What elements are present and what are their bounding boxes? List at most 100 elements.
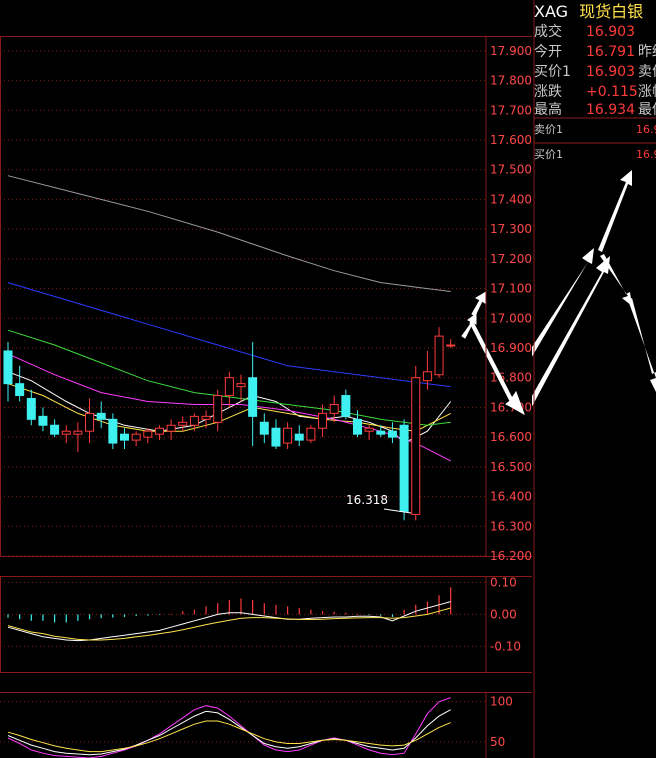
- y-tick-label: 17.500: [490, 163, 532, 177]
- orderbook-bid-row: 买价1 16.9: [534, 145, 656, 165]
- y-tick-label: 16.500: [490, 460, 532, 474]
- candle-body-up: [224, 377, 234, 397]
- kdj-tick-label: 100: [490, 695, 513, 709]
- quote-label: 买价1: [534, 64, 571, 80]
- candle-body-down: [26, 398, 36, 420]
- y-tick-label: 16.900: [490, 341, 532, 355]
- candle-body-up: [85, 412, 95, 432]
- candle-body-up: [329, 403, 339, 414]
- quote-panel: XAG 现货白银 成交 16.903 今开 16.791 昨结 买价1 16.9…: [532, 0, 656, 758]
- candle-body-up: [201, 415, 211, 420]
- candle-body-up: [434, 335, 444, 376]
- candle-body-down: [387, 430, 397, 438]
- candle-body-up: [73, 430, 83, 435]
- macd-frame: [0, 576, 532, 673]
- candle-body-down: [341, 395, 351, 417]
- candle-body-down: [15, 383, 25, 397]
- y-tick-label: 17.800: [490, 74, 532, 88]
- candle-body-down: [3, 350, 13, 385]
- candle-body-up: [446, 344, 456, 347]
- candle-body-down: [259, 421, 269, 435]
- candle-body-down: [96, 412, 106, 420]
- quote-label: 最高: [534, 102, 562, 118]
- symbol-name: 现货白银: [579, 2, 644, 21]
- candlestick-chart: 17.900 17.800 17.700 17.600 17.500 17.400 17.3…: [0, 36, 532, 758]
- main-panel-candles: [3, 327, 456, 521]
- quote-row-open: 今开 16.791 昨结: [534, 42, 656, 62]
- macd-tick-label: 0.10: [490, 575, 517, 589]
- quote-row-bid: 买价1 16.903 卖价1: [534, 62, 656, 82]
- kdj-panel: 100 50: [0, 692, 532, 758]
- arrow-down-right: [600, 254, 632, 306]
- candle-body-down: [38, 415, 48, 426]
- candle-body-up: [213, 395, 223, 423]
- quote-label: 涨跌: [534, 84, 562, 100]
- macd-panel: 0.10 0.00 -0.10: [0, 575, 532, 673]
- candle-body-up: [422, 371, 432, 382]
- candle-body-up: [131, 433, 141, 441]
- orderbook-value: 16.9: [636, 148, 656, 161]
- macd-tick-label: 0.00: [490, 607, 517, 621]
- quote-row-last: 成交 16.903: [534, 22, 635, 42]
- candle-body-up: [178, 421, 188, 426]
- y-tick-label: 16.400: [490, 490, 532, 504]
- arrow-to-17100: [471, 291, 487, 317]
- quote-label-2: 涨幅: [638, 84, 656, 100]
- quote-label: 今开: [534, 44, 562, 60]
- kdj-tick-label: 50: [490, 735, 505, 749]
- moving-average-gray: [7, 175, 451, 292]
- arrow-down-far: [628, 298, 656, 392]
- kdj-line-yellow: [7, 720, 451, 753]
- orderbook-label: 卖价1: [534, 123, 563, 136]
- quote-label-2: 最低: [638, 102, 656, 118]
- candle-body-down: [120, 433, 129, 441]
- candle-body-up: [236, 383, 246, 388]
- y-tick-label: 17.000: [490, 311, 532, 325]
- orderbook-label: 买价1: [534, 148, 563, 161]
- quote-label-2: 昨结: [638, 44, 656, 60]
- y-tick-label: 16.200: [490, 549, 532, 563]
- candle-body-up: [189, 415, 199, 426]
- y-tick-label: 17.300: [490, 222, 532, 236]
- macd-tick-label: -0.10: [490, 639, 521, 653]
- candle-body-up: [61, 430, 71, 435]
- candle-body-down: [376, 430, 386, 435]
- arrow-up-top: [598, 170, 632, 252]
- main-panel-frame: [0, 36, 532, 557]
- candle-body-down: [399, 424, 409, 512]
- y-tick-label: 17.200: [490, 252, 532, 266]
- quote-value: 16.791: [586, 44, 635, 60]
- candle-body-up: [306, 427, 316, 441]
- quote-row-high: 最高 16.934 最低: [534, 100, 656, 120]
- quote-title-row: XAG 现货白银: [534, 2, 643, 22]
- candle-body-up: [318, 412, 328, 429]
- orderbook-ask-row: 卖价1 16.9: [534, 120, 656, 140]
- main-panel-grid: [0, 36, 532, 557]
- quote-value: 16.903: [586, 64, 635, 80]
- main-panel-axis-labels: 17.900 17.800 17.700 17.600 17.500 17.400 17.3…: [490, 44, 532, 563]
- candle-body-down: [50, 424, 60, 435]
- candle-body-up: [166, 424, 176, 432]
- y-tick-label: 17.900: [490, 44, 532, 58]
- candle-body-up: [143, 430, 153, 438]
- y-tick-label: 17.100: [490, 282, 532, 296]
- candle-body-down: [108, 418, 118, 444]
- candle-body-up: [411, 377, 421, 515]
- candle-body-down: [353, 418, 362, 435]
- candle-body-up: [154, 427, 164, 435]
- quote-label-2: 卖价1: [638, 64, 656, 80]
- candle-body-up: [364, 427, 374, 432]
- symbol-code: XAG: [534, 2, 569, 21]
- moving-average-blue: [7, 282, 451, 388]
- quote-value: +0.115: [586, 84, 638, 100]
- quote-label: 成交: [534, 24, 562, 40]
- quote-value: 16.934: [586, 102, 635, 118]
- quote-value: 16.903: [586, 24, 635, 40]
- y-tick-label: 17.600: [490, 133, 532, 147]
- candle-body-up: [283, 427, 293, 444]
- candle-body-down: [294, 433, 304, 441]
- y-tick-label: 17.400: [490, 192, 532, 206]
- candle-body-down: [271, 427, 281, 447]
- y-tick-label: 17.700: [490, 103, 532, 117]
- low-price-label: 16.318: [346, 493, 388, 507]
